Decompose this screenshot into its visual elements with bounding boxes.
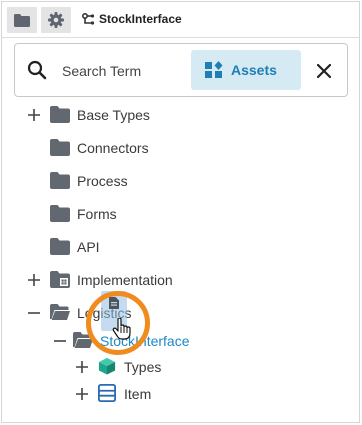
folder-open-icon <box>50 304 70 320</box>
cube-icon <box>98 357 116 375</box>
tree-item-process[interactable]: Process <box>2 169 361 193</box>
tree-item-label: API <box>77 239 100 255</box>
tree-item-logistics[interactable]: Logistics <box>2 301 361 325</box>
folder-icon <box>50 238 70 255</box>
breadcrumb[interactable]: StockInterface <box>82 12 182 26</box>
expand-icon[interactable] <box>75 360 89 374</box>
tree-item-label: Implementation <box>77 272 173 288</box>
data-structure-icon <box>98 384 116 402</box>
tree-item-label: Forms <box>77 206 117 222</box>
tree-item-stockinterface[interactable]: StockInterface <box>2 329 361 353</box>
expand-icon[interactable] <box>27 273 41 287</box>
assets-filter-button[interactable]: Assets <box>191 50 301 90</box>
tree-item-item[interactable]: Item <box>2 382 361 406</box>
clear-search-button[interactable] <box>313 60 335 82</box>
folder-view-button[interactable] <box>7 7 37 33</box>
gear-icon <box>48 12 64 28</box>
folder-icon <box>50 106 70 123</box>
assets-filter-label: Assets <box>231 62 277 78</box>
tree-item-label: Base Types <box>77 107 150 123</box>
interface-icon <box>82 12 95 25</box>
search-input[interactable] <box>62 61 187 81</box>
assets-icon <box>205 61 223 78</box>
tree-item-label: Connectors <box>77 140 149 156</box>
folder-icon <box>14 13 30 27</box>
search-bar: Assets <box>14 43 348 97</box>
tree-item-label: Process <box>77 173 128 189</box>
tree-item-base-types[interactable]: Base Types <box>2 103 361 127</box>
toolbar: StockInterface <box>2 2 359 38</box>
search-icon <box>27 60 47 80</box>
tree-item-label: Item <box>124 386 152 402</box>
project-folder-icon <box>50 271 70 288</box>
hand-cursor-icon <box>112 318 131 340</box>
folder-icon <box>50 205 70 222</box>
project-explorer-panel: StockInterface Assets <box>1 1 360 423</box>
settings-button[interactable] <box>41 7 71 33</box>
tree-item-connectors[interactable]: Connectors <box>2 136 361 160</box>
close-icon <box>317 64 331 78</box>
expand-icon[interactable] <box>75 387 89 401</box>
tree-item-types[interactable]: Types <box>2 355 361 379</box>
tree-item-forms[interactable]: Forms <box>2 202 361 226</box>
breadcrumb-label: StockInterface <box>99 12 182 26</box>
expand-icon[interactable] <box>27 108 41 122</box>
tree-item-label: Types <box>124 359 162 375</box>
folder-icon <box>50 139 70 156</box>
collapse-icon[interactable] <box>53 334 67 348</box>
collapse-icon[interactable] <box>27 306 41 320</box>
tree-item-implementation[interactable]: Implementation <box>2 268 361 292</box>
tree-item-api[interactable]: API <box>2 235 361 259</box>
folder-icon <box>50 172 70 189</box>
